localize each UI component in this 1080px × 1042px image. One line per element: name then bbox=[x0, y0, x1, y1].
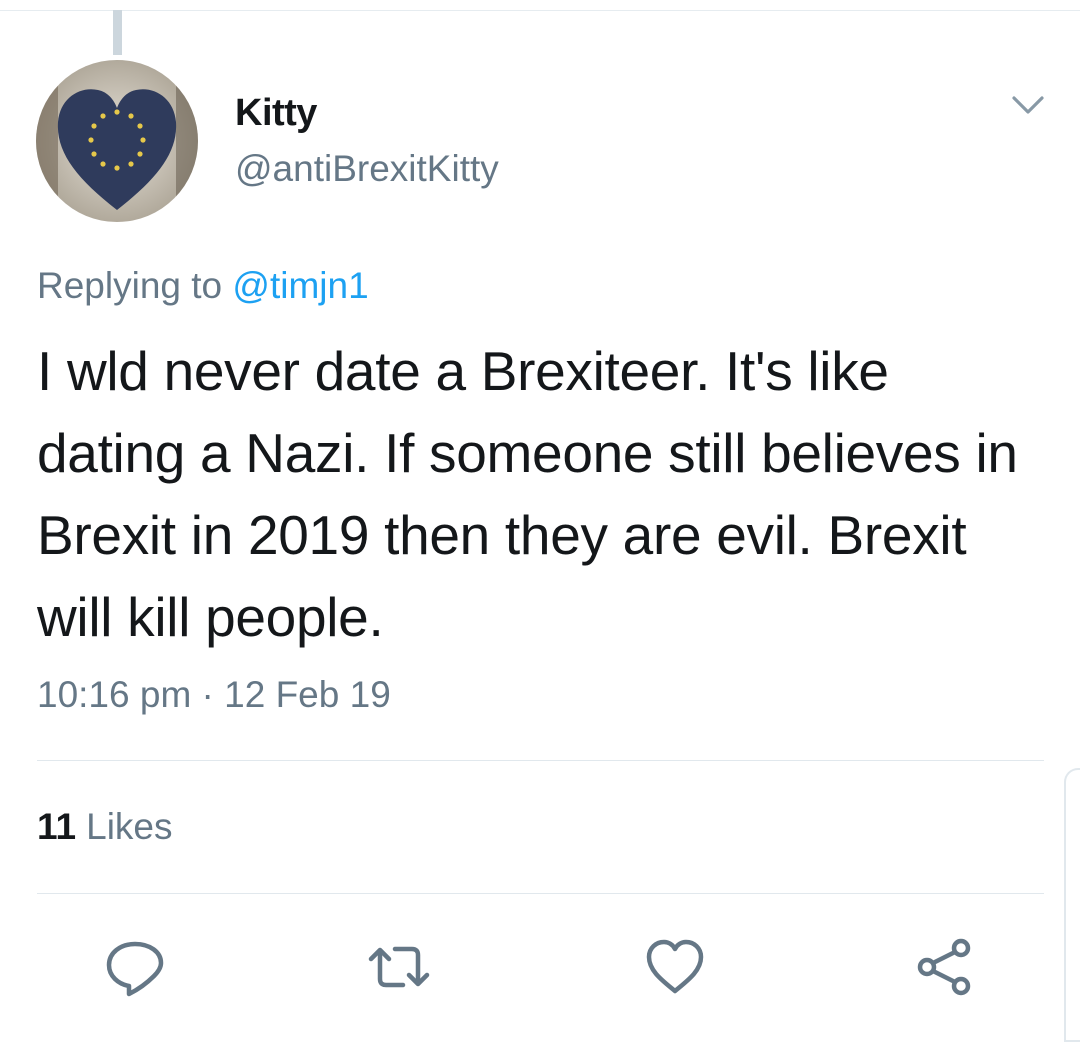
user-handle[interactable]: @antiBrexitKitty bbox=[235, 148, 499, 190]
divider bbox=[37, 893, 1044, 894]
heart-icon bbox=[646, 939, 704, 994]
tweet-timestamp[interactable]: 10:16 pm · 12 Feb 19 bbox=[37, 674, 391, 716]
chevron-down-icon[interactable] bbox=[1008, 88, 1048, 122]
retweet-button[interactable] bbox=[367, 935, 431, 999]
likes-stat[interactable]: 11 Likes bbox=[37, 806, 173, 848]
likes-count: 11 bbox=[37, 806, 77, 847]
side-panel-edge bbox=[1064, 768, 1080, 1042]
share-icon bbox=[917, 938, 971, 996]
thread-connector-line bbox=[113, 10, 122, 55]
replying-to-mention-link[interactable]: @timjn1 bbox=[232, 265, 368, 306]
like-button[interactable] bbox=[643, 935, 707, 999]
tweet-text: I wld never date a Brexiteer. It's like … bbox=[37, 340, 1018, 648]
reply-icon bbox=[106, 941, 164, 997]
avatar-eu-heart-image bbox=[36, 60, 198, 222]
divider bbox=[37, 760, 1044, 761]
reply-button[interactable] bbox=[103, 935, 167, 999]
replying-to-label: Replying to bbox=[37, 265, 223, 306]
top-border bbox=[0, 0, 1080, 11]
display-name[interactable]: Kitty bbox=[235, 92, 317, 135]
retweet-icon bbox=[368, 946, 430, 988]
share-button[interactable] bbox=[912, 935, 976, 999]
replying-to-line: Replying to @timjn1 bbox=[37, 265, 369, 307]
likes-label: Likes bbox=[86, 806, 173, 847]
avatar[interactable] bbox=[36, 60, 198, 222]
